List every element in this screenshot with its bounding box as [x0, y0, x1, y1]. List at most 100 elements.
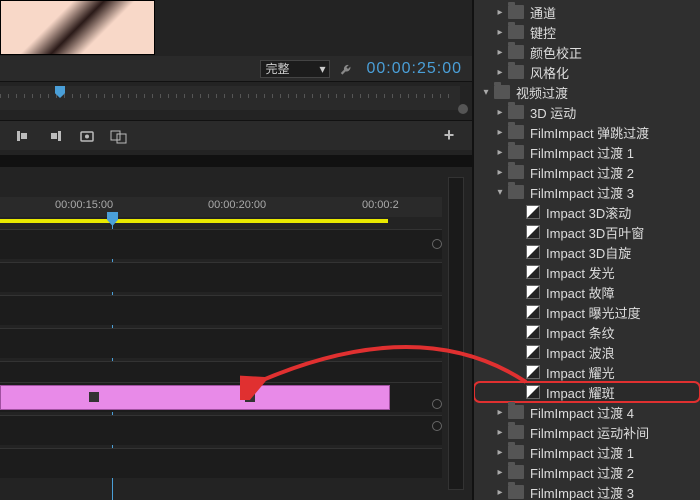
effects-folder[interactable]: ▸ FilmImpact 过渡 2: [474, 462, 700, 482]
effects-folder[interactable]: ▸颜色校正: [474, 42, 700, 62]
effect-item[interactable]: Impact 3D百叶窗: [474, 222, 700, 242]
twisty-icon[interactable]: ▸: [494, 106, 506, 118]
twisty-icon[interactable]: ▸: [494, 466, 506, 478]
effects-folder[interactable]: ▸ 风格化: [474, 62, 700, 82]
twisty-icon[interactable]: [512, 306, 524, 318]
twisty-icon[interactable]: ▸: [494, 26, 506, 38]
item-label: 3D 运动: [530, 103, 576, 122]
twisty-icon[interactable]: [512, 346, 524, 358]
twisty-icon[interactable]: [512, 206, 524, 218]
folder-icon: [508, 145, 524, 159]
twisty-icon[interactable]: [512, 246, 524, 258]
twisty-icon[interactable]: ▸: [494, 486, 506, 498]
snapshot-icon[interactable]: [78, 127, 96, 145]
twisty-icon[interactable]: ▸: [494, 126, 506, 138]
item-label: Impact 3D自旋: [546, 243, 631, 262]
transition-marker[interactable]: [89, 392, 99, 402]
twisty-icon[interactable]: ▸: [494, 66, 506, 78]
folder-icon: [508, 405, 524, 419]
effect-item[interactable]: Impact 曝光过度: [474, 302, 700, 322]
twisty-icon[interactable]: [512, 286, 524, 298]
effects-folder[interactable]: ▸ 3D 运动: [474, 102, 700, 122]
twisty-icon[interactable]: [512, 266, 524, 278]
effects-folder[interactable]: ▸ FilmImpact 运动补间: [474, 422, 700, 442]
effect-item[interactable]: Impact 耀斑: [474, 382, 700, 402]
work-area-bar[interactable]: [0, 219, 388, 223]
effect-item[interactable]: Impact 耀光: [474, 362, 700, 382]
item-label: FilmImpact 过渡 2: [530, 463, 634, 482]
effects-folder[interactable]: ▸ FilmImpact 弹跳过渡: [474, 122, 700, 142]
monitor-playhead[interactable]: [55, 86, 65, 98]
twisty-icon[interactable]: ▸: [494, 46, 506, 58]
video-clip[interactable]: [0, 385, 390, 410]
track-toggle[interactable]: [432, 421, 442, 431]
timeline-ruler[interactable]: 00:00:15:00 00:00:20:00 00:00:2: [0, 197, 442, 217]
video-track[interactable]: [0, 382, 442, 412]
item-label: FilmImpact 弹跳过渡: [530, 123, 649, 142]
add-marker-icon[interactable]: +: [440, 127, 458, 145]
folder-icon: [508, 25, 524, 39]
item-label: 风格化: [530, 63, 569, 82]
twisty-icon[interactable]: ▸: [494, 406, 506, 418]
transition-effect-icon: [526, 325, 540, 339]
monitor-ruler[interactable]: [0, 86, 460, 110]
transition-marker[interactable]: [245, 392, 255, 402]
audio-track[interactable]: [0, 448, 442, 478]
video-track[interactable]: [0, 262, 442, 292]
item-label: Impact 故障: [546, 283, 615, 302]
item-label: Impact 曝光过度: [546, 303, 641, 322]
preview-frame: [1, 1, 154, 54]
twisty-icon[interactable]: ▾: [494, 186, 506, 198]
item-label: Impact 耀斑: [546, 383, 615, 402]
effects-folder[interactable]: ▾视频过渡: [474, 82, 700, 102]
effect-item[interactable]: Impact 发光: [474, 262, 700, 282]
item-label: Impact 耀光: [546, 363, 615, 382]
track-toggle[interactable]: [432, 239, 442, 249]
ruler-end-handle[interactable]: [458, 104, 468, 114]
timeline-scrollbar[interactable]: [448, 177, 464, 490]
effects-folder[interactable]: ▸键控: [474, 22, 700, 42]
settings-wrench-icon[interactable]: [340, 61, 356, 77]
effects-folder[interactable]: ▸FilmImpact 过渡 3: [474, 482, 700, 500]
twisty-icon[interactable]: [512, 386, 524, 398]
twisty-icon[interactable]: ▸: [494, 426, 506, 438]
twisty-icon[interactable]: ▸: [494, 146, 506, 158]
mark-in-icon[interactable]: [14, 127, 32, 145]
item-label: FilmImpact 过渡 1: [530, 443, 634, 462]
track-toggle[interactable]: [432, 399, 442, 409]
effects-folder[interactable]: ▾ FilmImpact 过渡 3: [474, 182, 700, 202]
folder-icon: [508, 105, 524, 119]
effect-item[interactable]: Impact 波浪: [474, 342, 700, 362]
item-label: FilmImpact 运动补间: [530, 423, 649, 442]
effects-tree[interactable]: ▸通道▸键控▸颜色校正▸风格化▾视频过渡▸3D 运动▸FilmImpact 弹跳…: [474, 0, 700, 500]
effect-item[interactable]: Impact 条纹: [474, 322, 700, 342]
effect-item[interactable]: Impact 3D自旋: [474, 242, 700, 262]
twisty-icon[interactable]: ▾: [480, 86, 492, 98]
video-track[interactable]: [0, 295, 442, 325]
folder-icon: [508, 485, 524, 499]
effects-folder[interactable]: ▸ FilmImpact 过渡 2: [474, 162, 700, 182]
audio-track[interactable]: [0, 415, 442, 445]
effect-item[interactable]: Impact 3D滚动: [474, 202, 700, 222]
item-label: FilmImpact 过渡 2: [530, 163, 634, 182]
export-frame-icon[interactable]: [110, 127, 128, 145]
zoom-select[interactable]: 完整 ▾: [260, 60, 330, 78]
effects-folder[interactable]: ▸FilmImpact 过渡 1: [474, 142, 700, 162]
chevron-down-icon: ▾: [319, 62, 325, 76]
mark-out-icon[interactable]: [46, 127, 64, 145]
twisty-icon[interactable]: ▸: [494, 446, 506, 458]
twisty-icon[interactable]: [512, 326, 524, 338]
video-track[interactable]: [0, 229, 442, 259]
twisty-icon[interactable]: ▸: [494, 166, 506, 178]
effect-item[interactable]: Impact 故障: [474, 282, 700, 302]
timecode-display[interactable]: 00:00:25:00: [366, 60, 462, 78]
effects-folder[interactable]: ▸ FilmImpact 过渡 1: [474, 442, 700, 462]
effects-folder[interactable]: ▸FilmImpact 过渡 4: [474, 402, 700, 422]
item-label: FilmImpact 过渡 3: [530, 183, 634, 202]
twisty-icon[interactable]: [512, 366, 524, 378]
twisty-icon[interactable]: [512, 226, 524, 238]
panel-divider[interactable]: [0, 155, 472, 167]
video-track[interactable]: [0, 328, 442, 358]
twisty-icon[interactable]: ▸: [494, 6, 506, 18]
effects-folder[interactable]: ▸通道: [474, 2, 700, 22]
